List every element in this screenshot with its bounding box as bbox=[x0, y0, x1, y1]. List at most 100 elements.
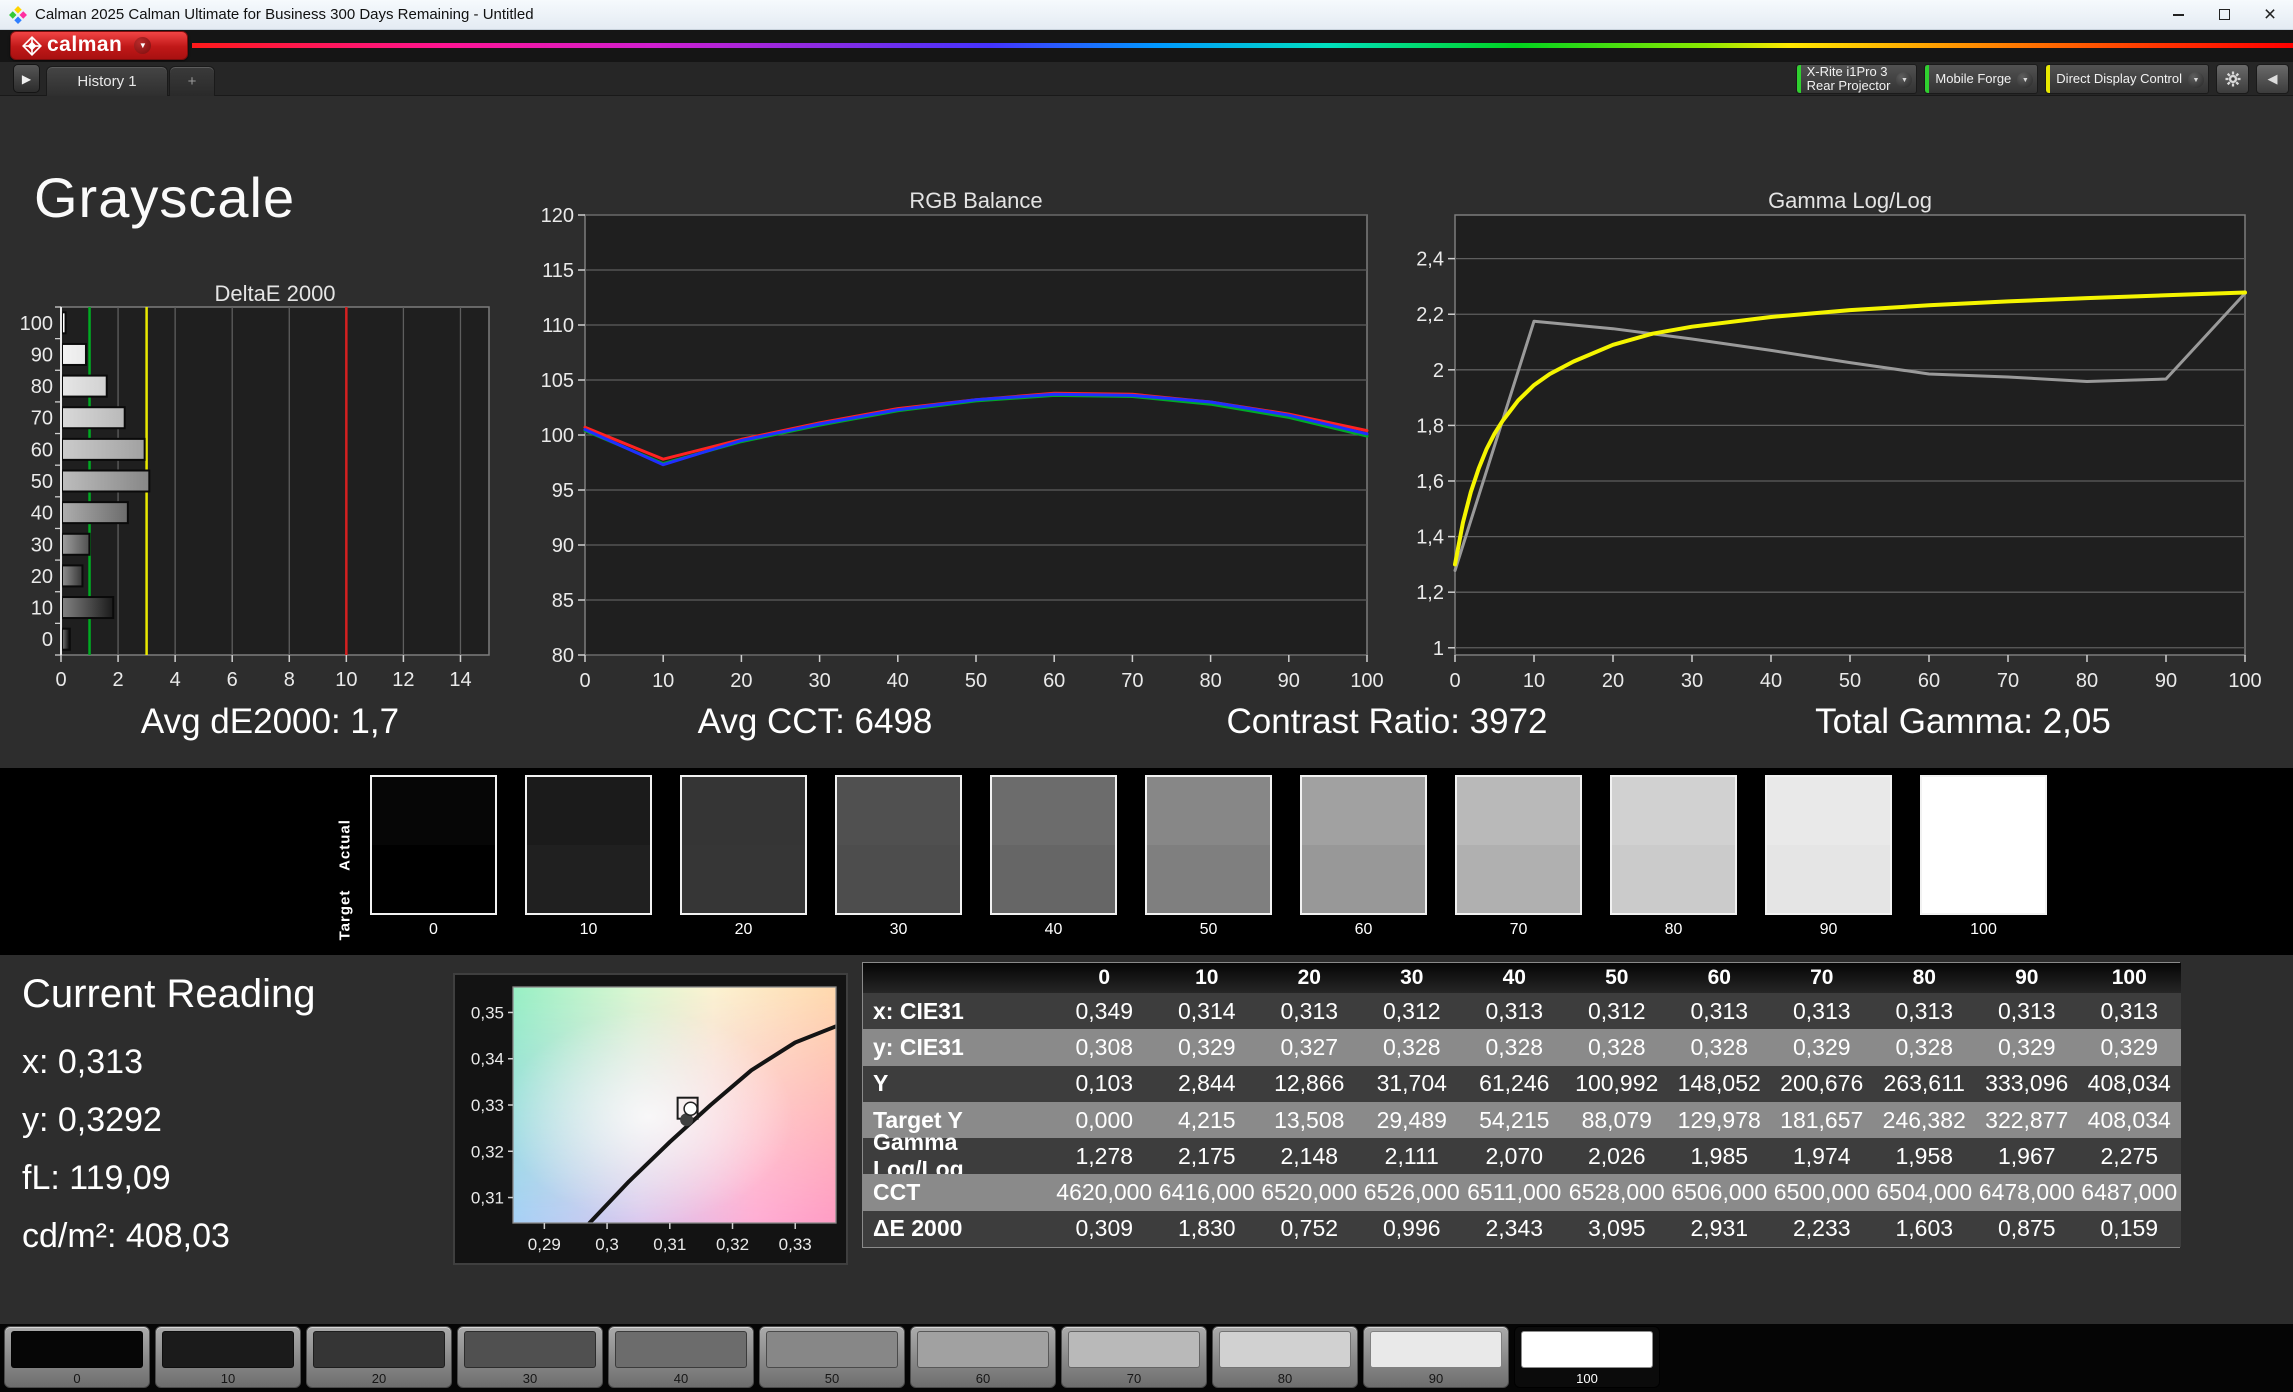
svg-text:80: 80 bbox=[552, 645, 574, 667]
table-cell: 0,313 bbox=[1258, 993, 1361, 1030]
svg-text:0,35: 0,35 bbox=[471, 1003, 504, 1022]
swatch-level-label: 90 bbox=[1819, 921, 1838, 938]
table-cell: 0,329 bbox=[1155, 1029, 1258, 1066]
source-status-accent bbox=[1925, 65, 1930, 93]
grayscale-swatch-70: 70 bbox=[1455, 775, 1582, 939]
swatch-target bbox=[372, 845, 495, 913]
svg-text:0,31: 0,31 bbox=[653, 1235, 686, 1254]
svg-text:70: 70 bbox=[31, 408, 53, 430]
level-button-80[interactable]: 80 bbox=[1212, 1326, 1358, 1388]
level-button-label: 30 bbox=[522, 1371, 538, 1386]
display-control-dropdown[interactable]: Direct Display Control ▼ bbox=[2045, 64, 2209, 94]
table-cell: 1,985 bbox=[1668, 1138, 1771, 1175]
level-button-30[interactable]: 30 bbox=[457, 1326, 603, 1388]
level-button-label: 90 bbox=[1428, 1371, 1444, 1386]
svg-text:0,33: 0,33 bbox=[471, 1096, 504, 1115]
maximize-button[interactable] bbox=[2201, 0, 2247, 29]
minimize-button[interactable] bbox=[2155, 0, 2201, 29]
target-row-label: Target bbox=[336, 889, 354, 941]
window-title: Calman 2025 Calman Ultimate for Business… bbox=[35, 6, 534, 23]
table-cell: 2,343 bbox=[1463, 1210, 1566, 1248]
table-cell: 0,327 bbox=[1258, 1029, 1361, 1066]
svg-text:10: 10 bbox=[31, 598, 53, 620]
svg-text:2: 2 bbox=[1433, 360, 1444, 382]
svg-text:6: 6 bbox=[227, 669, 238, 691]
swatch-row: 0 10 20 30 40 50 60 70 80 90 100 bbox=[370, 775, 2047, 939]
meter-dropdown[interactable]: X-Rite i1Pro 3 Rear Projector ▼ bbox=[1795, 64, 1918, 94]
calman-menu-button[interactable]: calman ▼ bbox=[10, 31, 188, 60]
grayscale-swatch-strip: Actual Target 0 10 20 30 40 50 60 70 80 90 100 bbox=[0, 768, 2293, 955]
svg-text:4: 4 bbox=[170, 669, 181, 691]
level-button-10[interactable]: 10 bbox=[155, 1326, 301, 1388]
deltae-chart-container: 0 2 4 6 8 10 12 14 100 90 80 70 60 50 40 30 20 10 0 bbox=[20, 298, 500, 705]
chevron-down-icon: ▼ bbox=[1900, 76, 1908, 84]
plus-icon: + bbox=[187, 73, 197, 90]
tab-add[interactable]: + bbox=[169, 66, 215, 96]
swatch-target bbox=[1922, 845, 2045, 913]
table-cell: 29,489 bbox=[1360, 1101, 1463, 1139]
meter-status-accent bbox=[1796, 65, 1801, 93]
table-cell: 0,996 bbox=[1360, 1210, 1463, 1248]
table-cell: 181,657 bbox=[1770, 1101, 1873, 1139]
level-button-70[interactable]: 70 bbox=[1061, 1326, 1207, 1388]
history-panel-toggle[interactable]: ▶ bbox=[13, 64, 40, 93]
svg-text:50: 50 bbox=[965, 670, 987, 692]
grayscale-swatch-40: 40 bbox=[990, 775, 1117, 939]
level-button-label: 70 bbox=[1126, 1371, 1142, 1386]
table-header-cell: 20 bbox=[1258, 963, 1361, 993]
display-status-accent bbox=[2046, 65, 2051, 93]
table-cell: 0,313 bbox=[1668, 993, 1771, 1030]
svg-text:8: 8 bbox=[284, 669, 295, 691]
swatch-level-label: 100 bbox=[1970, 921, 1997, 938]
grayscale-swatch-10: 10 bbox=[525, 775, 652, 939]
level-button-label: 40 bbox=[673, 1371, 689, 1386]
level-button-60[interactable]: 60 bbox=[910, 1326, 1056, 1388]
cie-chart-panel: 0,35 0,34 0,33 0,32 0,31 0,29 0,3 0,31 0,32 0,33 bbox=[453, 973, 848, 1265]
calman-diamond-icon bbox=[22, 35, 42, 56]
svg-text:50: 50 bbox=[31, 471, 53, 493]
level-button-label: 100 bbox=[1576, 1371, 1598, 1386]
level-swatch bbox=[162, 1331, 294, 1368]
level-button-label: 50 bbox=[824, 1371, 840, 1386]
svg-text:100: 100 bbox=[541, 425, 574, 447]
svg-text:0,32: 0,32 bbox=[716, 1235, 749, 1254]
grayscale-data-table: 0 10 20 30 40 50 60 70 80 90 100 x: CIE31 0,349 0,314… bbox=[862, 962, 2181, 1249]
level-button-20[interactable]: 20 bbox=[306, 1326, 452, 1388]
table-cell: 0,329 bbox=[2078, 1029, 2181, 1066]
table-cell: 0,313 bbox=[1873, 993, 1976, 1030]
level-button-40[interactable]: 40 bbox=[608, 1326, 754, 1388]
swatch-actual bbox=[682, 777, 805, 845]
tab-history-1[interactable]: History 1 bbox=[46, 66, 168, 96]
source-dropdown[interactable]: Mobile Forge ▼ bbox=[1924, 64, 2039, 94]
table-cell: 6416,000 bbox=[1155, 1174, 1258, 1211]
swatch-target bbox=[682, 845, 805, 913]
swatch-level-label: 20 bbox=[734, 921, 753, 938]
gamma-chart-container: 2,4 2,2 2 1,8 1,6 1,4 1,2 1 0 10 20 30 40 50 60 70 80 90 1… bbox=[1408, 195, 2293, 702]
table-cell: 408,034 bbox=[2078, 1101, 2181, 1139]
level-button-90[interactable]: 90 bbox=[1363, 1326, 1509, 1388]
level-button-label: 0 bbox=[73, 1371, 81, 1386]
collapse-toolbar-button[interactable]: ◀ bbox=[2256, 64, 2289, 94]
settings-button[interactable] bbox=[2216, 64, 2249, 94]
reading-x: x: 0,313 bbox=[22, 1043, 143, 1081]
summary-row: Avg dE2000: 1,7 Avg CCT: 6498 Contrast R… bbox=[0, 702, 2293, 750]
level-button-100[interactable]: 100 bbox=[1514, 1326, 1660, 1388]
table-cell: 0,103 bbox=[1053, 1065, 1156, 1102]
level-button-0[interactable]: 0 bbox=[4, 1326, 150, 1388]
swatch-level-label: 70 bbox=[1509, 921, 1528, 938]
table-cell: 0,328 bbox=[1463, 1029, 1566, 1066]
svg-text:70: 70 bbox=[1997, 670, 2019, 692]
table-cell: 1,967 bbox=[1975, 1138, 2078, 1175]
table-cell: 2,931 bbox=[1668, 1210, 1771, 1248]
svg-text:1,6: 1,6 bbox=[1416, 471, 1444, 493]
close-button[interactable]: × bbox=[2247, 0, 2293, 29]
table-cell: 1,278 bbox=[1053, 1138, 1156, 1175]
reading-y: y: 0,3292 bbox=[22, 1101, 162, 1139]
page-title: Grayscale bbox=[34, 166, 296, 229]
svg-text:14: 14 bbox=[449, 669, 471, 691]
svg-text:2,2: 2,2 bbox=[1416, 304, 1444, 326]
level-button-50[interactable]: 50 bbox=[759, 1326, 905, 1388]
svg-text:0,32: 0,32 bbox=[471, 1142, 504, 1161]
swatch-target bbox=[992, 845, 1115, 913]
tab-toolbar-row: ▶ History 1 + X-Rite i1Pro 3 Rear Projec… bbox=[0, 62, 2293, 96]
